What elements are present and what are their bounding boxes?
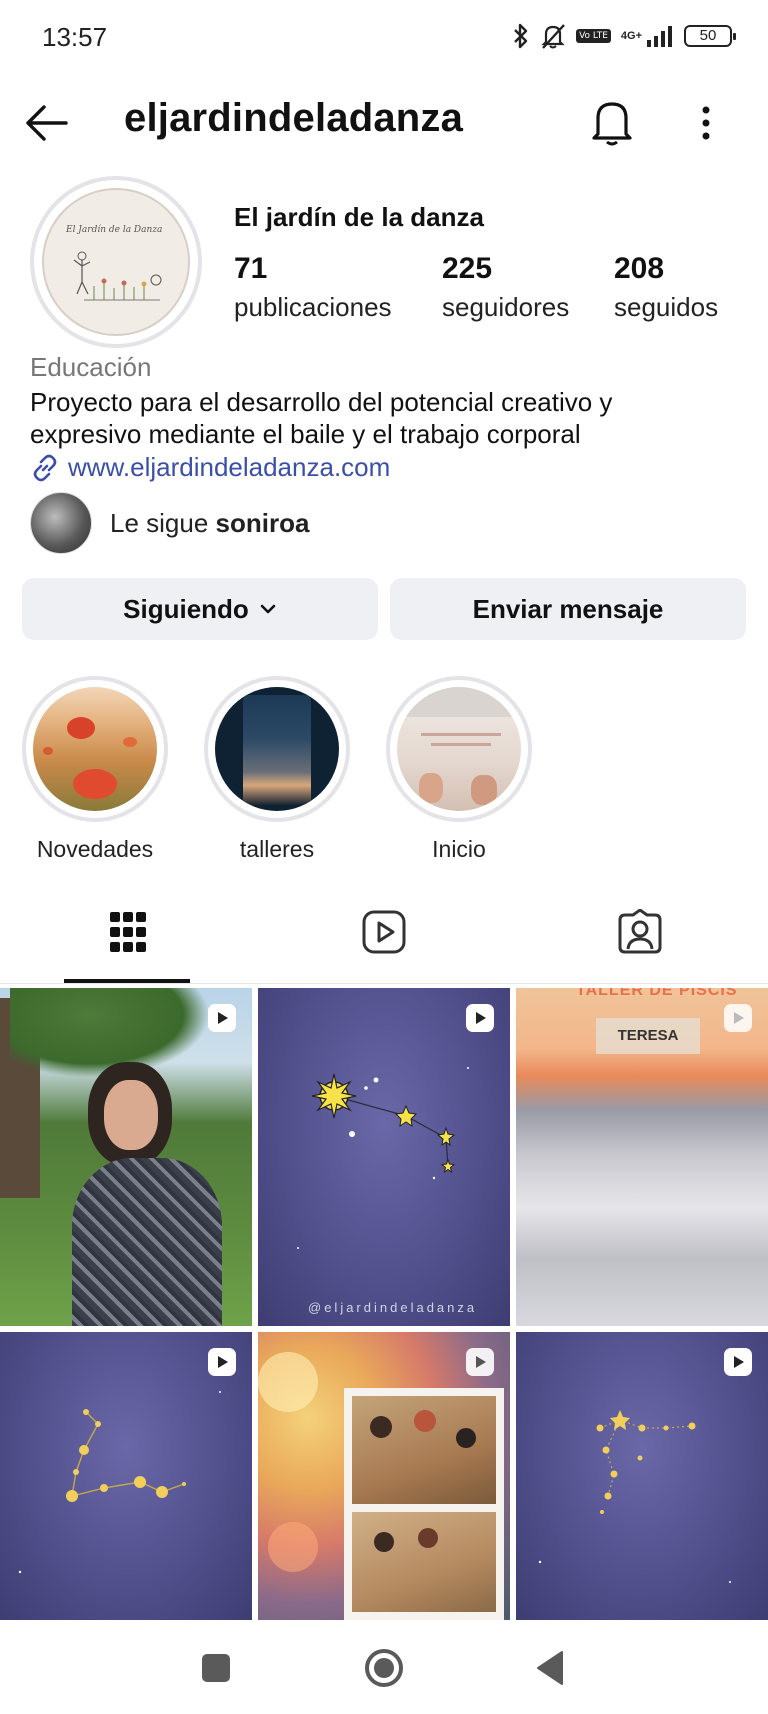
profile-tabs — [0, 880, 768, 984]
reel-badge-icon — [466, 1004, 494, 1032]
link-icon — [33, 454, 57, 481]
back-nav-button[interactable] — [530, 1646, 574, 1690]
followers-stat[interactable]: 225 seguidores — [442, 252, 569, 323]
arrow-left-icon — [26, 105, 68, 141]
post-overlay-label: TERESA — [596, 1018, 700, 1054]
status-bar: 13:57 Vo LTE 4G+ 50 — [0, 0, 768, 80]
signal-icon — [647, 26, 672, 47]
chevron-down-icon — [260, 604, 276, 614]
post-watermark: @eljardindeladanza — [308, 1300, 478, 1315]
bluetooth-icon — [514, 23, 528, 49]
triangle-back-icon — [537, 1651, 563, 1685]
avatar-logo-image: El Jardín de la Danza — [42, 188, 190, 336]
following-button-label: Siguiendo — [123, 593, 249, 624]
highlight-label: Inicio — [432, 836, 486, 862]
network-type: 4G+ — [620, 30, 642, 42]
battery-indicator: 50 — [684, 25, 736, 47]
reels-play-icon — [362, 910, 406, 954]
following-count: 208 — [614, 252, 665, 285]
display-name: El jardín de la danza — [234, 202, 484, 232]
constellation-graphic — [297, 1067, 469, 1249]
reel-badge-icon — [466, 1348, 494, 1376]
dancer-logo-icon: El Jardín de la Danza — [65, 224, 162, 301]
follower-avatar — [30, 492, 92, 554]
highlight-ring — [386, 676, 532, 822]
volte-badge: Vo LTE — [576, 29, 611, 43]
status-icons: Vo LTE 4G+ 50 — [512, 22, 736, 50]
send-message-label: Enviar mensaje — [472, 593, 664, 624]
following-button[interactable]: Siguiendo — [22, 578, 378, 640]
highlight-label: Novedades — [36, 836, 154, 862]
post-tile[interactable] — [0, 1332, 252, 1620]
reel-badge-icon — [724, 1348, 752, 1376]
followers-label: seguidores — [442, 292, 570, 322]
more-options-button[interactable] — [694, 102, 718, 144]
send-message-button[interactable]: Enviar mensaje — [390, 578, 746, 640]
circle-home-icon — [365, 1649, 403, 1687]
page-title: eljardindeladanza — [124, 96, 464, 140]
highlight-cover-feet — [397, 687, 521, 811]
reel-badge-icon — [724, 1004, 752, 1032]
highlight-novedades[interactable]: Novedades — [20, 676, 170, 863]
tagged-person-icon — [618, 909, 662, 954]
followed-by[interactable]: Le sigue soniroa — [30, 492, 309, 554]
post-tile[interactable] — [258, 1332, 510, 1620]
post-tile[interactable] — [516, 1332, 768, 1620]
system-navigation-bar — [0, 1620, 768, 1714]
posts-count: 71 — [234, 252, 268, 285]
profile-header: eljardindeladanza — [0, 80, 768, 166]
posts-stat[interactable]: 71 publicaciones — [234, 252, 392, 323]
followers-count: 225 — [442, 252, 493, 285]
battery-level: 50 — [699, 27, 717, 44]
followed-by-text: Le sigue soniroa — [110, 508, 309, 539]
following-stat[interactable]: 208 seguidos — [614, 252, 718, 323]
svg-text:El Jardín de la Danza: El Jardín de la Danza — [65, 224, 162, 235]
profile-category: Educación — [30, 352, 152, 382]
post-tile[interactable] — [0, 988, 252, 1326]
status-time: 13:57 — [42, 22, 108, 52]
following-label: seguidos — [614, 292, 719, 322]
profile-link[interactable]: www.eljardindeladanza.com — [30, 452, 390, 483]
post-overlay-title: TALLER DE PISCIS — [576, 988, 738, 999]
followed-by-prefix: Le sigue — [110, 507, 216, 538]
highlight-label: talleres — [239, 836, 315, 862]
more-vertical-icon — [702, 106, 710, 140]
profile-bio: Proyecto para el desarrollo del potencia… — [30, 387, 613, 449]
recents-button[interactable] — [194, 1646, 238, 1690]
tab-tagged[interactable] — [512, 880, 768, 984]
highlight-cover-poppies — [33, 687, 157, 811]
active-tab-indicator — [64, 979, 190, 983]
muted-bell-icon — [541, 24, 565, 49]
post-tile[interactable]: TALLER DE PISCIS TERESA — [516, 988, 768, 1326]
highlight-ring — [22, 676, 168, 822]
tab-reels[interactable] — [256, 880, 512, 984]
highlight-cover-night-phone — [215, 687, 339, 811]
bell-icon — [592, 102, 632, 146]
reel-badge-icon — [208, 1348, 236, 1376]
profile-avatar[interactable]: El Jardín de la Danza — [30, 176, 202, 348]
grid-icon — [110, 912, 146, 952]
back-button[interactable] — [22, 102, 70, 144]
profile-link-text: www.eljardindeladanza.com — [68, 452, 391, 482]
highlight-talleres[interactable]: talleres — [202, 676, 352, 863]
notifications-button[interactable] — [588, 96, 636, 148]
posts-label: publicaciones — [234, 292, 392, 322]
followed-by-user: soniroa — [215, 507, 310, 538]
highlight-ring — [204, 676, 350, 822]
reel-badge-icon — [208, 1004, 236, 1032]
square-icon — [202, 1654, 230, 1682]
home-button[interactable] — [362, 1646, 406, 1690]
tab-posts-grid[interactable] — [0, 880, 256, 984]
highlight-inicio[interactable]: Inicio — [384, 676, 534, 863]
post-tile[interactable]: @eljardindeladanza — [258, 988, 510, 1326]
